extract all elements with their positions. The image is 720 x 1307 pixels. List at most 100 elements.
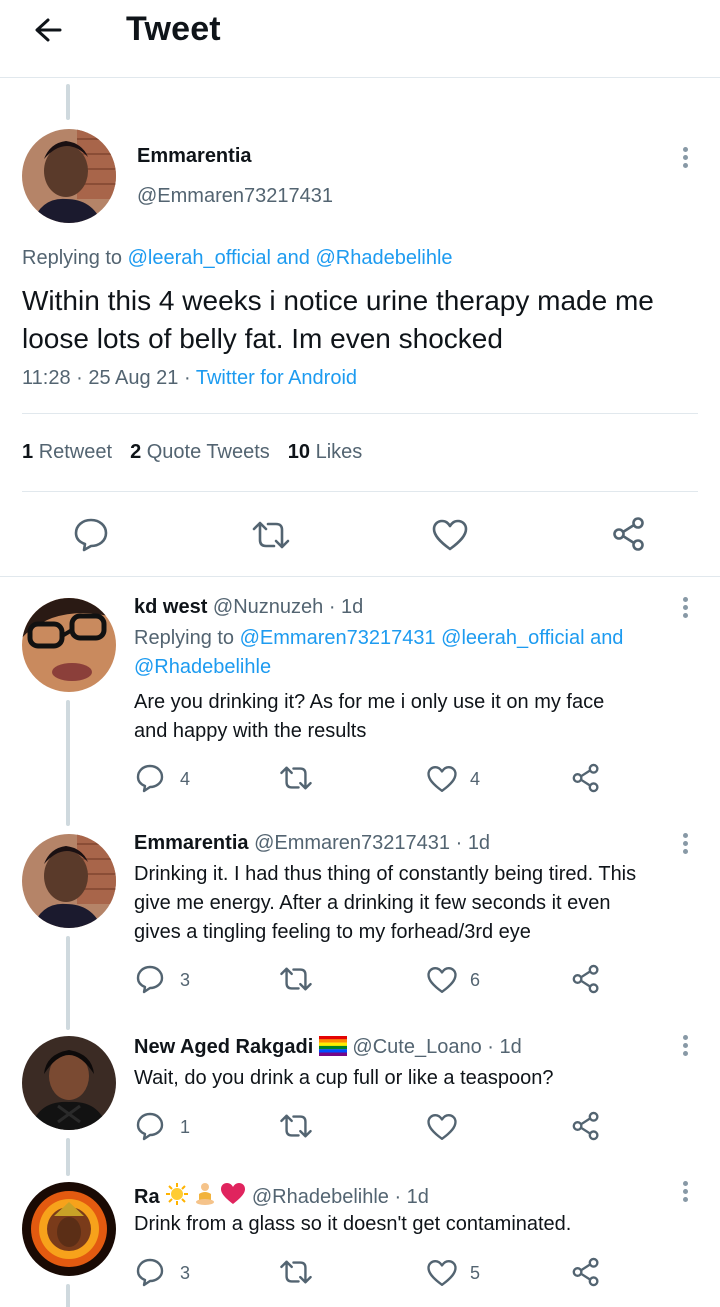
more-options-icon[interactable] — [675, 1032, 695, 1062]
reply-text-line: Drink from a glass so it doesn't get con… — [134, 1213, 572, 1235]
page-title: Tweet — [126, 10, 221, 48]
author-handle[interactable]: @Emmaren73217431 · 1d — [254, 832, 490, 854]
reply-text-line: give me energy. After a drinking it few … — [134, 892, 611, 914]
share-icon[interactable] — [570, 1110, 602, 1142]
thread-connector — [66, 936, 70, 1030]
more-options-icon[interactable] — [675, 830, 695, 860]
meditating-person-icon — [195, 1183, 214, 1205]
reply-header: Emmarentia @Emmaren73217431 · 1d — [134, 832, 490, 855]
author-handle[interactable]: @Cute_Loano · 1d — [352, 1036, 521, 1058]
back-arrow-icon — [35, 18, 62, 42]
like-count: 5 — [470, 1263, 481, 1283]
quote-count: 2 — [130, 441, 142, 463]
replying-label: Replying to — [134, 627, 240, 649]
share-icon[interactable] — [610, 516, 648, 552]
replying-and: and — [270, 247, 316, 269]
mention-link[interactable]: @Emmaren73217431 @leerah_official and — [240, 627, 624, 649]
avatar[interactable] — [22, 598, 116, 692]
mention-link[interactable]: @Rhadebelihle — [315, 247, 452, 269]
replying-to: Replying to @Emmaren73217431 @leerah_off… — [134, 624, 694, 682]
reply-count: 3 — [180, 1263, 191, 1283]
author-name[interactable]: Emmarentia — [137, 145, 252, 168]
divider — [22, 491, 698, 492]
author-handle[interactable]: @Emmaren73217431 — [137, 185, 333, 208]
retweet-icon[interactable] — [278, 763, 314, 793]
author-name[interactable]: kd west — [134, 596, 207, 618]
mention-link[interactable]: @leerah_official — [128, 247, 271, 269]
share-icon[interactable] — [570, 1256, 602, 1288]
avatar-ra-image — [22, 1182, 116, 1276]
reply-count: 1 — [180, 1117, 191, 1137]
avatar[interactable] — [22, 834, 116, 928]
avatar[interactable] — [22, 129, 116, 223]
likes-stat[interactable]: 10 Likes — [288, 441, 363, 463]
more-options-icon[interactable] — [675, 594, 695, 624]
reply-header: New Aged Rakgadi @Cute_Loano · 1d — [134, 1036, 522, 1059]
top-app-bar: Tweet — [0, 0, 720, 78]
thread-connector — [66, 1138, 70, 1176]
reply-count: 4 — [180, 769, 191, 789]
like-count: 10 — [287, 441, 311, 463]
quote-label: Quote Tweets — [146, 441, 270, 463]
reply-text: Wait, do you drink a cup full or like a … — [134, 1064, 704, 1093]
like-count: 4 — [470, 769, 481, 789]
thread-connector — [66, 1284, 70, 1307]
thread-connector — [66, 84, 70, 120]
retweet-icon[interactable] — [250, 518, 292, 552]
reply-icon[interactable] — [134, 1110, 166, 1142]
reply-text-line: gives a tingling feeling to my forhead/3… — [134, 921, 531, 943]
reply-icon[interactable] — [134, 1256, 166, 1288]
retweet-icon[interactable] — [278, 1257, 314, 1287]
replying-label: Replying to — [22, 247, 128, 269]
like-icon[interactable] — [426, 764, 458, 794]
reply-text-line: Drinking it. I had thus thing of constan… — [134, 863, 637, 885]
reply-icon[interactable] — [134, 963, 166, 995]
author-handle[interactable]: @Nuznuzeh · 1d — [213, 596, 363, 618]
quotes-stat[interactable]: 2 Quote Tweets — [130, 441, 270, 463]
tweet-source[interactable]: Twitter for Android — [196, 367, 357, 389]
share-icon[interactable] — [570, 762, 602, 794]
like-icon[interactable] — [426, 1258, 458, 1288]
share-icon[interactable] — [570, 963, 602, 995]
author-handle[interactable]: @Rhadebelihle · 1d — [252, 1186, 429, 1208]
avatar[interactable] — [22, 1036, 116, 1130]
divider — [0, 576, 720, 577]
like-icon[interactable] — [426, 1112, 458, 1142]
sun-icon — [166, 1183, 189, 1205]
author-name[interactable]: New Aged Rakgadi — [134, 1036, 313, 1058]
like-label: Likes — [315, 441, 363, 463]
reply-text: Are you drinking it? As for me i only us… — [134, 688, 704, 746]
retweet-icon[interactable] — [278, 1111, 314, 1141]
tweet-stats: 1 Retweet 2 Quote Tweets 10 Likes — [22, 441, 362, 464]
reply-header: kd west @Nuznuzeh · 1d — [134, 596, 363, 619]
thread-connector — [66, 700, 70, 826]
more-options-icon[interactable] — [675, 1178, 695, 1208]
avatar-emmarentia-image — [22, 129, 116, 223]
retweet-count: 1 — [22, 441, 34, 463]
mention-link[interactable]: @Rhadebelihle — [134, 656, 271, 678]
reply-count: 3 — [180, 970, 191, 990]
tweet-meta: 11:28 · 25 Aug 21 · Twitter for Android — [22, 367, 357, 390]
reply-text-line: Are you drinking it? As for me i only us… — [134, 691, 605, 713]
reply-icon[interactable] — [72, 516, 110, 552]
reply-icon[interactable] — [134, 762, 166, 794]
retweet-icon[interactable] — [278, 964, 314, 994]
like-count: 6 — [470, 970, 481, 990]
author-name[interactable]: Ra — [134, 1186, 160, 1208]
avatar[interactable] — [22, 1182, 116, 1276]
replying-to: Replying to @leerah_official and @Rhadeb… — [22, 247, 453, 270]
like-icon[interactable] — [431, 518, 469, 552]
retweets-stat[interactable]: 1 Retweet — [22, 441, 112, 463]
like-icon[interactable] — [426, 965, 458, 995]
avatar-kdwest-image — [22, 598, 116, 692]
tweet-text: Within this 4 weeks i notice urine thera… — [22, 285, 654, 354]
author-name[interactable]: Emmarentia — [134, 832, 249, 854]
reply-header: Ra @Rhadebelihle · 1d — [134, 1182, 429, 1209]
reply-text: Drinking it. I had thus thing of constan… — [134, 860, 709, 947]
rainbow-flag-icon — [318, 1036, 347, 1056]
red-heart-icon — [221, 1183, 246, 1204]
reply-text: Drink from a glass so it doesn't get con… — [134, 1210, 704, 1239]
reply-text-line: and happy with the results — [134, 720, 367, 742]
back-button[interactable] — [30, 12, 70, 52]
more-options-icon[interactable] — [675, 144, 695, 174]
